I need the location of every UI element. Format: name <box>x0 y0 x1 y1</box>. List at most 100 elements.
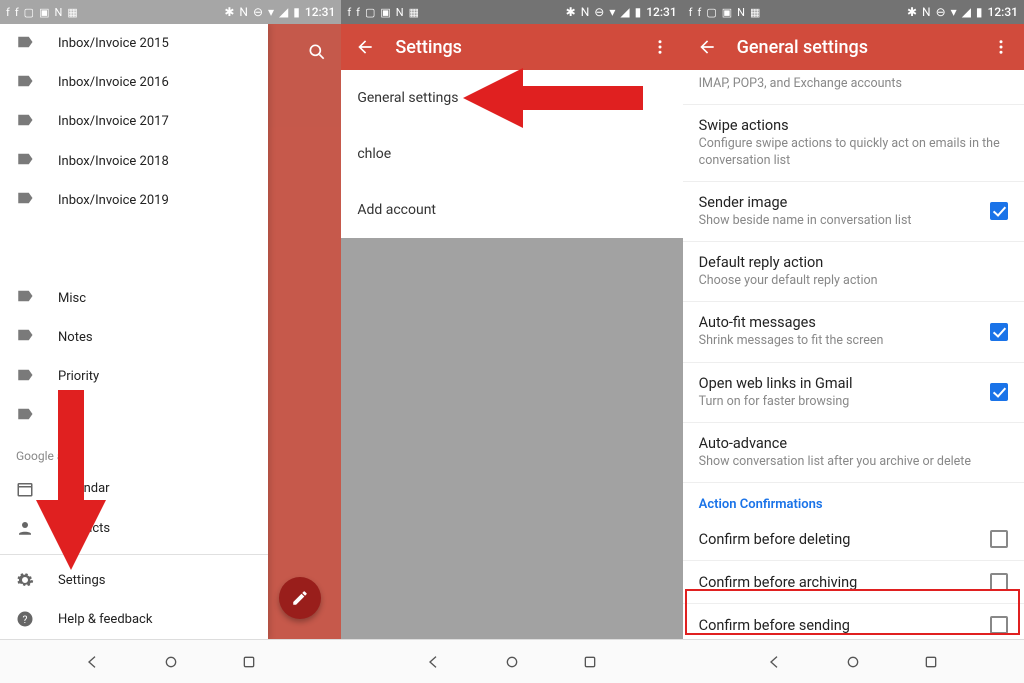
row-title: Confirm before archiving <box>699 574 990 591</box>
bluetooth-icon: ✱ <box>566 5 576 19</box>
confirm-send-row[interactable]: Confirm before sending <box>683 604 1024 639</box>
label-item[interactable] <box>0 396 268 435</box>
row-title: Sender image <box>699 194 990 211</box>
back-arrow-icon[interactable] <box>697 37 717 57</box>
drawer-item-label: Calendar <box>58 481 110 496</box>
facebook-icon: f <box>356 6 360 19</box>
account-item[interactable]: chloe <box>341 126 682 182</box>
image-icon: ▦ <box>750 6 760 19</box>
label-item[interactable]: Inbox/Invoice 2018 <box>0 142 268 181</box>
checkbox-unchecked[interactable] <box>990 616 1008 634</box>
overview-button[interactable] <box>580 652 600 672</box>
search-icon[interactable] <box>307 42 327 62</box>
overflow-menu-icon[interactable] <box>651 38 669 56</box>
back-button[interactable] <box>765 652 785 672</box>
confirm-delete-row[interactable]: Confirm before deleting <box>683 518 1024 561</box>
checkbox-checked[interactable] <box>990 202 1008 220</box>
compose-fab[interactable] <box>279 577 321 619</box>
app-icon: ▣ <box>380 6 390 19</box>
bluetooth-icon: ✱ <box>224 5 234 19</box>
confirm-archive-row[interactable]: Confirm before archiving <box>683 561 1024 604</box>
calendar-item[interactable]: Calendar <box>0 469 268 508</box>
google-apps-heading: Google apps <box>0 435 268 469</box>
label-icon <box>16 326 34 348</box>
clock: 12:31 <box>305 5 335 19</box>
auto-advance-row[interactable]: Auto-advance Show conversation list afte… <box>683 423 1024 483</box>
wifi-icon: ▾ <box>609 5 615 19</box>
imap-row[interactable]: IMAP, POP3, and Exchange accounts <box>683 70 1024 105</box>
facebook-icon: f <box>689 6 693 19</box>
default-reply-row[interactable]: Default reply action Choose your default… <box>683 242 1024 302</box>
contacts-item[interactable]: Contacts <box>0 508 268 547</box>
label-item[interactable]: Inbox/Invoice 2015 <box>0 24 268 63</box>
drawer-item-label: Settings <box>58 573 105 588</box>
nfc-icon: N <box>239 5 248 19</box>
clock: 12:31 <box>646 5 676 19</box>
label-item[interactable]: Inbox/Invoice 2017 <box>0 102 268 141</box>
row-title: Confirm before deleting <box>699 531 990 548</box>
dnd-icon: ⊖ <box>253 5 263 19</box>
app-icon: ▣ <box>39 6 49 19</box>
underlying-inbox <box>268 24 341 639</box>
battery-icon: ▮ <box>293 5 300 19</box>
contacts-icon <box>16 519 34 537</box>
back-arrow-icon[interactable] <box>355 37 375 57</box>
label-item[interactable]: Inbox/Invoice 2016 <box>0 63 268 102</box>
dnd-icon: ⊖ <box>594 5 604 19</box>
row-sub: Choose your default reply action <box>699 273 1008 289</box>
swipe-actions-row[interactable]: Swipe actions Configure swipe actions to… <box>683 105 1024 182</box>
drawer-item-label: Contacts <box>58 521 110 536</box>
general-settings-list[interactable]: IMAP, POP3, and Exchange accounts Swipe … <box>683 70 1024 639</box>
wifi-icon: ▾ <box>268 5 274 19</box>
label-item[interactable]: Inbox/Invoice 2019 <box>0 181 268 220</box>
home-button[interactable] <box>843 652 863 672</box>
checkbox-unchecked[interactable] <box>990 573 1008 591</box>
label-item[interactable]: Misc <box>0 279 268 318</box>
app-icon: ▢ <box>365 6 375 19</box>
general-settings-item[interactable]: General settings <box>341 70 682 126</box>
drawer-item-label: Inbox/Invoice 2015 <box>58 36 169 51</box>
label-icon <box>16 366 34 388</box>
overview-button[interactable] <box>239 652 259 672</box>
label-item[interactable]: Notes <box>0 318 268 357</box>
back-button[interactable] <box>83 652 103 672</box>
label-icon <box>16 111 34 133</box>
nfc-icon: N <box>581 5 590 19</box>
overview-button[interactable] <box>921 652 941 672</box>
netflix-icon: N <box>396 6 404 19</box>
overflow-menu-icon[interactable] <box>992 38 1010 56</box>
autofit-row[interactable]: Auto-fit messages Shrink messages to fit… <box>683 302 1024 362</box>
android-nav-bar <box>0 639 341 683</box>
label-item[interactable]: Priority <box>0 357 268 396</box>
sender-image-row[interactable]: Sender image Show beside name in convers… <box>683 182 1024 242</box>
svg-text:?: ? <box>23 613 28 626</box>
row-title: Open web links in Gmail <box>699 375 990 392</box>
home-button[interactable] <box>502 652 522 672</box>
help-item[interactable]: ? Help & feedback <box>0 600 268 639</box>
home-button[interactable] <box>161 652 181 672</box>
signal-icon: ◢ <box>279 5 288 19</box>
checkbox-unchecked[interactable] <box>990 530 1008 548</box>
signal-icon: ◢ <box>962 5 971 19</box>
row-sub: Turn on for faster browsing <box>699 394 990 410</box>
action-confirmations-heading: Action Confirmations <box>683 483 1024 518</box>
drawer-item-label: Misc <box>58 291 86 306</box>
android-nav-bar <box>341 639 682 683</box>
netflix-icon: N <box>54 6 62 19</box>
checkbox-checked[interactable] <box>990 383 1008 401</box>
add-account-item[interactable]: Add account <box>341 182 682 238</box>
signal-icon: ◢ <box>620 5 629 19</box>
battery-icon: ▮ <box>976 5 983 19</box>
back-button[interactable] <box>424 652 444 672</box>
settings-item[interactable]: Settings <box>0 561 268 600</box>
facebook-icon: f <box>15 6 19 19</box>
row-sub: Configure swipe actions to quickly act o… <box>699 136 1008 169</box>
drawer-item-label: Priority <box>58 369 99 384</box>
row-sub: Show beside name in conversation list <box>699 213 990 229</box>
help-icon: ? <box>16 610 34 628</box>
nfc-icon: N <box>922 5 931 19</box>
checkbox-checked[interactable] <box>990 323 1008 341</box>
calendar-icon <box>16 480 34 498</box>
settings-list: General settings chloe Add account <box>341 70 682 238</box>
open-links-row[interactable]: Open web links in Gmail Turn on for fast… <box>683 363 1024 423</box>
